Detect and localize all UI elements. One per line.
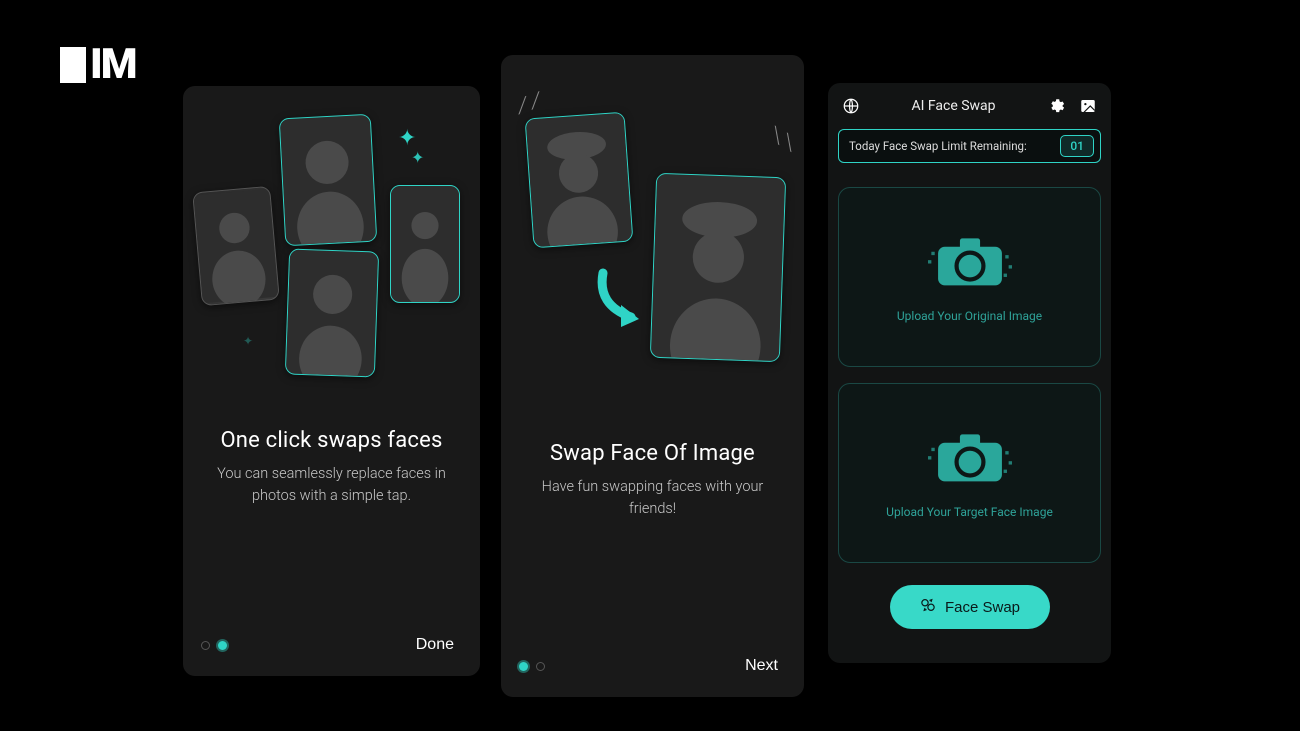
page-dot[interactable] xyxy=(536,662,545,671)
onboarding-title: Swap Face Of Image xyxy=(501,441,804,466)
app-header: AI Face Swap xyxy=(828,83,1111,123)
sample-photo xyxy=(279,114,378,247)
page-dot-active[interactable] xyxy=(218,641,227,650)
logo-mark xyxy=(60,47,86,83)
page-dot-active[interactable] xyxy=(519,662,528,671)
sample-photo xyxy=(192,186,280,306)
sample-photos-collage: ✦ ✦ ✦ xyxy=(183,86,480,386)
camera-icon xyxy=(928,231,1012,295)
source-photo xyxy=(525,112,634,249)
page-dots xyxy=(201,641,227,650)
swap-arrow-icon xyxy=(591,265,661,339)
done-button[interactable]: Done xyxy=(408,632,462,658)
sparkle-icon: ✦ xyxy=(243,334,253,348)
upload-original-box[interactable]: Upload Your Original Image xyxy=(838,187,1101,367)
app-title: AI Face Swap xyxy=(911,98,995,114)
limit-label: Today Face Swap Limit Remaining: xyxy=(849,139,1027,153)
page-dot[interactable] xyxy=(201,641,210,650)
sample-photo xyxy=(285,248,379,377)
app-main-screen: AI Face Swap Today Face Swap Limit Remai… xyxy=(828,83,1111,663)
accent-mark-icon: ⟋⟋ xyxy=(765,122,801,157)
next-button[interactable]: Next xyxy=(737,653,786,679)
gallery-icon[interactable] xyxy=(1079,97,1097,115)
globe-icon[interactable] xyxy=(842,97,860,115)
upload-target-label: Upload Your Target Face Image xyxy=(886,505,1053,519)
gear-icon[interactable] xyxy=(1047,97,1065,115)
sample-photo xyxy=(390,185,460,303)
camera-icon xyxy=(928,427,1012,491)
sparkle-icon: ✦ xyxy=(411,148,424,167)
upload-original-label: Upload Your Original Image xyxy=(897,309,1042,323)
face-swap-icon xyxy=(919,596,937,618)
face-swap-button-label: Face Swap xyxy=(945,599,1020,616)
limit-count: 01 xyxy=(1060,135,1094,157)
onboarding-screen-1: ✦ ✦ ✦ One click swaps faces You can seam… xyxy=(183,86,480,676)
brand-logo: IM xyxy=(60,40,136,89)
result-photo xyxy=(650,173,786,362)
onboarding-subtitle: You can seamlessly replace faces in phot… xyxy=(183,463,480,508)
swap-preview: ⟋⟋ ⟋⟋ xyxy=(501,55,804,375)
usage-limit-bar: Today Face Swap Limit Remaining: 01 xyxy=(838,129,1101,163)
onboarding-subtitle: Have fun swapping faces with your friend… xyxy=(501,476,804,521)
onboarding-title: One click swaps faces xyxy=(183,428,480,453)
accent-mark-icon: ⟋⟋ xyxy=(512,87,547,119)
onboarding-screen-2: ⟋⟋ ⟋⟋ Swap Face Of Image Have fun swappi… xyxy=(501,55,804,697)
page-dots xyxy=(519,662,545,671)
upload-target-box[interactable]: Upload Your Target Face Image xyxy=(838,383,1101,563)
logo-text: IM xyxy=(90,40,136,89)
face-swap-button[interactable]: Face Swap xyxy=(890,585,1050,629)
